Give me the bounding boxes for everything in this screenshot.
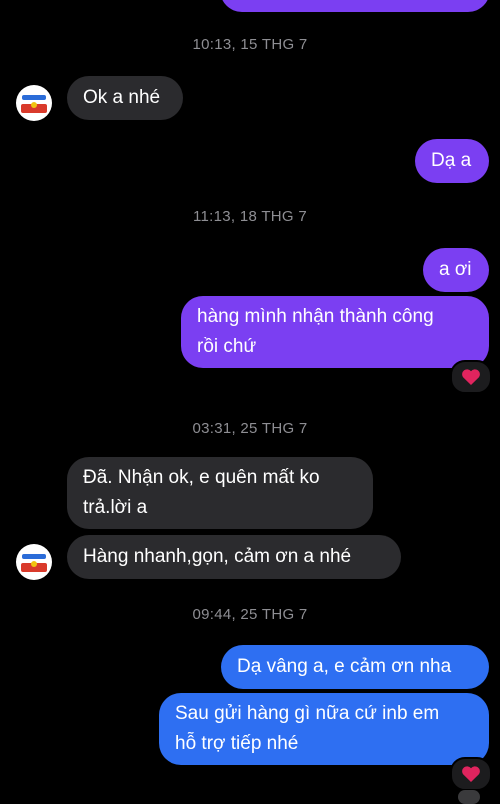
incoming-message-bubble[interactable]: Đã. Nhận ok, e quên mất ko trả.lời a	[67, 457, 373, 529]
avatar-logo-dot	[31, 561, 37, 567]
message-text: Ok a nhé	[83, 87, 161, 108]
heart-icon	[462, 766, 480, 782]
previous-message-bubble[interactable]	[220, 0, 490, 12]
timestamp: 03:31, 25 THG 7	[192, 420, 308, 437]
outgoing-message-bubble[interactable]: hàng mình nhận thành công rồi chứ	[181, 296, 489, 368]
seen-indicator-icon	[458, 790, 480, 804]
timestamp: 11:13, 18 THG 7	[192, 208, 307, 225]
contact-avatar[interactable]	[16, 85, 52, 121]
outgoing-message-bubble[interactable]: a ơi	[423, 248, 489, 292]
incoming-message-bubble[interactable]: Hàng nhanh,gọn, cảm ơn a nhé	[67, 535, 401, 579]
message-text: Hàng nhanh,gọn, cảm ơn a nhé	[83, 546, 352, 567]
outgoing-message-bubble[interactable]: Dạ vâng a, e cảm ơn nha	[221, 645, 489, 689]
message-text: Dạ vâng a, e cảm ơn nha	[237, 656, 452, 677]
avatar-logo-dot	[31, 102, 37, 108]
message-text-line: rồi chứ	[197, 336, 257, 357]
avatar-logo-bar	[22, 554, 46, 559]
message-text-line: hàng mình nhận thành công	[197, 306, 434, 327]
heart-icon	[462, 369, 480, 385]
outgoing-message-bubble[interactable]: Dạ a	[415, 139, 489, 183]
message-text: Dạ a	[431, 150, 472, 171]
message-text-line: Đã. Nhận ok, e quên mất ko	[83, 467, 320, 488]
reaction-badge[interactable]	[450, 360, 492, 394]
message-text-line: trả.lời a	[83, 497, 148, 518]
message-text: a ơi	[439, 259, 472, 280]
outgoing-message-bubble[interactable]: Sau gửi hàng gì nữa cứ inb em hỗ trợ tiế…	[159, 693, 489, 765]
message-text-line: hỗ trợ tiếp nhé	[175, 733, 299, 754]
message-text-line: Sau gửi hàng gì nữa cứ inb em	[175, 703, 440, 724]
incoming-message-bubble[interactable]: Ok a nhé	[67, 76, 183, 120]
avatar-logo-bar	[22, 95, 46, 100]
timestamp: 10:13, 15 THG 7	[192, 36, 308, 53]
contact-avatar[interactable]	[16, 544, 52, 580]
reaction-badge[interactable]	[450, 757, 492, 791]
timestamp: 09:44, 25 THG 7	[192, 606, 308, 623]
